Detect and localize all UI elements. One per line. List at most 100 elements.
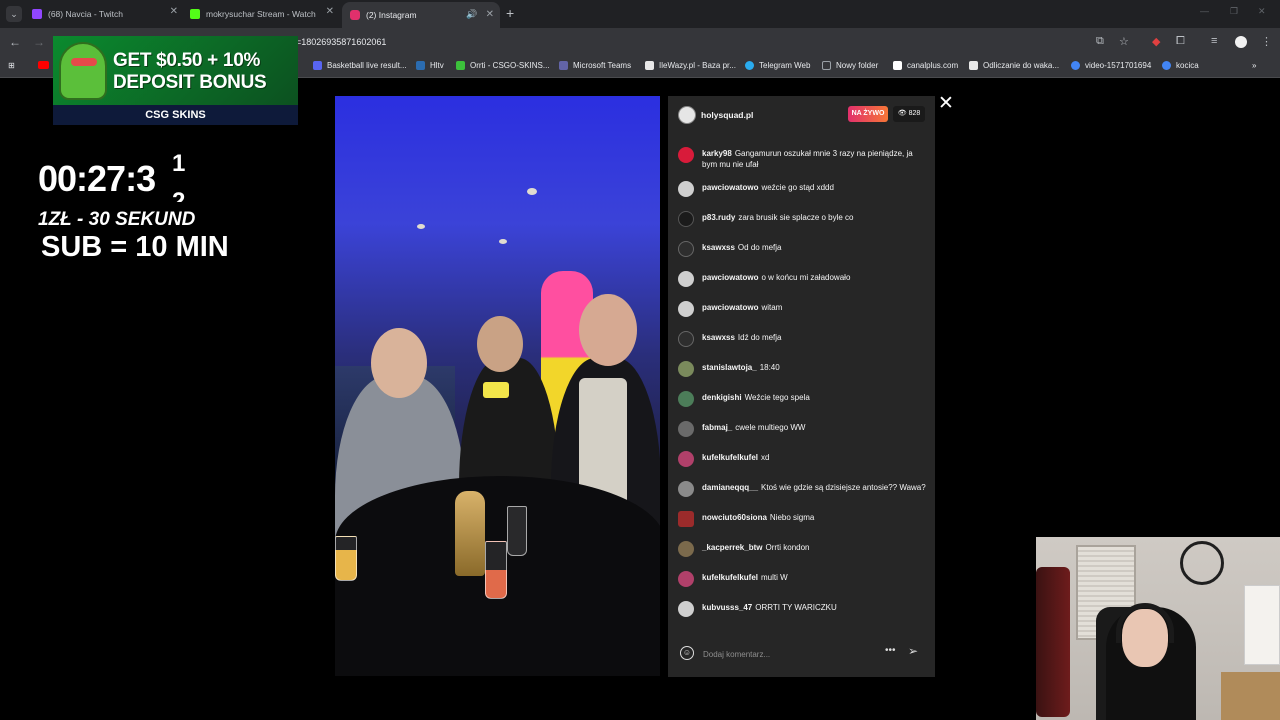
comment-username[interactable]: pawciowatowo [702,273,758,282]
instagram-icon [350,10,360,20]
bookmark-item[interactable]: Basketball live result... [313,61,407,70]
audio-playing-icon[interactable]: 🔊 [466,9,477,20]
tab-twitch[interactable]: (68) Navcia - Twitch ✕ [32,4,178,24]
bookmark-item[interactable]: Odliczanie do waka... [969,61,1059,70]
user-avatar[interactable] [678,147,694,163]
comment-text: ORRTI TY WARICZKU [755,603,837,612]
user-avatar[interactable] [678,301,694,317]
comment-username[interactable]: nowciuto60siona [702,513,767,522]
comment-username[interactable]: karky98 [702,149,732,158]
wall-clock [1180,541,1224,585]
apps-grid-icon[interactable]: ⊞ [8,61,15,70]
close-tab-icon[interactable]: ✕ [326,6,334,17]
tab-instagram[interactable]: (2) Instagram 🔊 ✕ [342,2,500,28]
bookmark-item[interactable]: Orrti - CSGO-SKINS... [456,61,550,70]
address-bar[interactable]: =18026935871602061 [296,37,386,47]
tab-strip: ⌄ (68) Navcia - Twitch ✕ mokrysuchar Str… [0,0,1280,28]
tab-kick[interactable]: mokrysuchar Stream - Watch Li ✕ [190,4,334,24]
viewer-count: 👁 828 [893,106,925,122]
csgo-skins-ad[interactable]: GET $0.50 + 10% DEPOSIT BONUS CSG SKINS [53,36,298,125]
user-avatar[interactable] [678,451,694,467]
comment-username[interactable]: damianeqqq__ [702,483,758,492]
youtube-bookmark-icon[interactable] [38,61,54,69]
bookmark-item[interactable]: Hltv [416,61,444,70]
more-bookmarks-icon[interactable]: » [1252,61,1256,70]
bookmark-item[interactable]: IleWazy.pl - Baza pr... [645,61,736,70]
more-options-icon[interactable]: ••• [885,645,896,656]
forward-icon[interactable]: → [33,35,45,49]
comment-item: stanislawtoja_ 18:40 [678,360,928,377]
bookmark-folder[interactable]: Nowy folder [822,61,878,70]
user-avatar[interactable] [678,511,694,527]
bookmark-item[interactable]: canalplus.com [893,61,958,70]
comment-text: 18:40 [759,363,780,372]
close-tab-icon[interactable]: ✕ [170,6,178,17]
user-avatar[interactable] [678,211,694,227]
user-avatar[interactable] [678,601,694,617]
user-avatar[interactable] [678,421,694,437]
host-avatar[interactable] [678,106,696,124]
comment-username[interactable]: p83.rudy [702,213,735,222]
user-avatar[interactable] [678,571,694,587]
tab-search-chevron-icon[interactable]: ⌄ [6,6,22,22]
user-avatar[interactable] [678,391,694,407]
bookmark-item[interactable]: video-1571701694 [1071,61,1151,70]
comment-username[interactable]: ksawxss [702,243,735,252]
comment-username[interactable]: pawciowatowo [702,303,758,312]
comment-item: nowciuto60siona Niebo sigma [678,510,928,527]
user-avatar[interactable] [678,361,694,377]
comment-item: pawciowatowo witam [678,300,928,317]
ad-subheadline: DEPOSIT BONUS [113,72,267,93]
comment-text: Gangamurun oszukał mnie 3 razy na pienią… [702,149,913,169]
media-controls-icon[interactable]: ≡ [1211,35,1217,47]
send-icon[interactable]: ➢ [908,644,918,658]
host-username[interactable]: holysquad.pl [701,110,753,120]
comment-username[interactable]: kufelkufelkufel [702,453,758,462]
install-app-icon[interactable]: ⧉ [1096,35,1104,48]
bookmark-item[interactable]: kocica [1162,61,1199,70]
extensions-puzzle-icon[interactable]: ⧠ [1176,35,1185,48]
bookmark-item[interactable]: Telegram Web [745,61,810,70]
bookmark-icon [456,61,465,70]
telegram-icon [745,61,754,70]
back-icon[interactable]: ← [9,35,21,49]
comment-username[interactable]: _kacperrek_btw [702,543,762,552]
user-avatar[interactable] [678,541,694,557]
live-chat-panel: holysquad.pl NA ŻYWO 👁 828 karky98 Gangam… [668,96,935,677]
close-icon[interactable]: ✕ [938,92,954,115]
comment-username[interactable]: kubvusss_47 [702,603,752,612]
comment-username[interactable]: fabmaj_ [702,423,732,432]
maximize-icon[interactable]: ❐ [1230,6,1238,17]
close-window-icon[interactable]: ✕ [1258,6,1266,17]
comment-username[interactable]: denkigishi [702,393,742,402]
close-tab-icon[interactable]: ✕ [486,9,494,20]
comment-username[interactable]: pawciowatowo [702,183,758,192]
comment-input[interactable] [703,646,873,662]
new-tab-icon[interactable]: + [506,5,514,21]
user-avatar[interactable] [678,181,694,197]
live-video[interactable] [335,96,660,676]
bookmark-star-icon[interactable]: ☆ [1119,35,1129,48]
user-avatar[interactable] [678,241,694,257]
comment-text: Idź do mefja [737,333,782,342]
comment-item: pawciowatowo weźcie go stąd xddd [678,180,928,197]
comment-composer: ☺ ••• ➢ [668,641,935,667]
glass [507,506,527,556]
user-avatar[interactable] [678,481,694,497]
comment-item: ksawxss Idź do mefja [678,330,928,347]
user-avatar[interactable] [678,331,694,347]
extension-icon[interactable]: ◆ [1152,35,1160,48]
menu-icon[interactable]: ⋮ [1261,35,1272,48]
cardboard-box [1221,672,1280,720]
comment-item: denkigishi Weźcie tego spela [678,390,928,407]
comment-username[interactable]: kufelkufelkufel [702,573,758,582]
emoji-icon[interactable]: ☺ [680,646,694,660]
live-badge: NA ŻYWO [848,106,888,122]
comment-username[interactable]: ksawxss [702,333,735,342]
profile-avatar-icon[interactable] [1235,36,1247,48]
table-lamp [455,491,485,576]
comment-username[interactable]: stanislawtoja_ [702,363,757,372]
bookmark-item[interactable]: Microsoft Teams [559,61,631,70]
user-avatar[interactable] [678,271,694,287]
minimize-icon[interactable]: — [1200,6,1209,16]
